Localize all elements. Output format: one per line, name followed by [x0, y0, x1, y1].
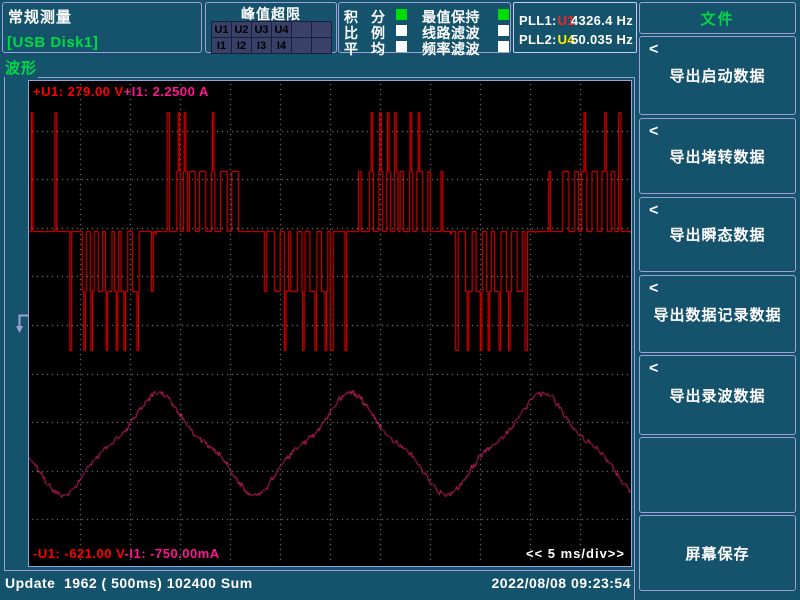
status-sample-info: 1962 ( 500ms) 102400 Sum — [64, 575, 253, 591]
mode-panel: 常规测量 [USB Disk1] — [2, 2, 202, 53]
file-menu-title[interactable]: 文件 — [639, 2, 796, 34]
pll1-value: 4326.4 Hz — [571, 13, 633, 28]
trigger-position-marker — [16, 313, 30, 334]
empty-softkey — [639, 437, 796, 513]
average-label: 均 — [371, 39, 385, 59]
export-waveform-record-button[interactable]: < 导出录波数据 — [639, 355, 796, 435]
button-label: 导出瞬态数据 — [669, 224, 765, 245]
time-div-label: << 5 ms/div>> — [526, 546, 625, 561]
peak-cell-u3: U3 — [252, 22, 271, 37]
panel-border — [4, 570, 635, 571]
i1-peak-top-label: +I1: 2.2500 A — [124, 84, 209, 99]
i1-peak-bottom-label: -I1: -750.00mA — [125, 546, 220, 561]
back-arrow-icon: < — [649, 360, 659, 378]
toggle-row-integration: 积 分 最值保持 — [339, 7, 510, 22]
peak-cell-i4: I4 — [272, 38, 291, 53]
panel-border — [38, 77, 635, 78]
u1-peak-bottom-label: -U1: -621.00 V — [33, 546, 125, 561]
peak-top-labels: +U1: 279.00 V+I1: 2.2500 A — [33, 84, 209, 99]
power-analyzer-screen: 常规测量 [USB Disk1] 峰值超限 U1 U2 U3 U4 I1 I2 … — [0, 0, 800, 600]
pll1-row: PLL1:U1 4326.4 Hz — [519, 13, 633, 30]
frequency-filter-label: 频率滤波 — [422, 39, 480, 59]
export-startup-data-button[interactable]: < 导出启动数据 — [639, 36, 796, 115]
back-arrow-icon: < — [649, 202, 659, 220]
peak-cell-empty — [312, 38, 331, 53]
peak-cell-u4: U4 — [272, 22, 291, 37]
waveform-canvas — [29, 81, 631, 566]
pll1-label: PLL1: — [519, 13, 557, 28]
average-indicator — [396, 41, 407, 52]
back-arrow-icon: < — [649, 41, 659, 59]
average-label: 平 — [344, 39, 358, 59]
peak-cell-empty — [292, 38, 311, 53]
line-filter-indicator — [498, 25, 509, 36]
peak-cell-u1: U1 — [212, 22, 231, 37]
toggle-row-ratio: 比 例 线路滤波 — [339, 23, 510, 38]
peak-over-limit-grid: U1 U2 U3 U4 I1 I2 I3 I4 — [211, 21, 332, 54]
ratio-indicator — [396, 25, 407, 36]
button-label: 导出录波数据 — [669, 385, 765, 406]
export-data-record-button[interactable]: < 导出数据记录数据 — [639, 275, 796, 353]
button-label: 导出堵转数据 — [669, 146, 765, 167]
peak-cell-empty — [312, 22, 331, 37]
peak-bottom-labels: -U1: -621.00 V-I1: -750.00mA — [33, 546, 220, 561]
integration-indicator — [396, 9, 407, 20]
peak-over-limit-panel: 峰值超限 U1 U2 U3 U4 I1 I2 I3 I4 — [205, 2, 337, 53]
waveform-scope: +U1: 279.00 V+I1: 2.2500 A -U1: -621.00 … — [28, 80, 632, 567]
u1-peak-top-label: +U1: 279.00 V — [33, 84, 124, 99]
screen-save-button[interactable]: 屏幕保存 — [639, 515, 796, 591]
back-arrow-icon: < — [649, 280, 659, 298]
export-stall-data-button[interactable]: < 导出堵转数据 — [639, 118, 796, 194]
button-label: 导出启动数据 — [669, 65, 765, 86]
button-label: 导出数据记录数据 — [653, 304, 781, 325]
peak-cell-i1: I1 — [212, 38, 231, 53]
status-update-label: Update — [5, 575, 55, 591]
export-transient-data-button[interactable]: < 导出瞬态数据 — [639, 197, 796, 272]
peak-cell-i2: I2 — [232, 38, 251, 53]
usb-disk-status: [USB Disk1] — [7, 34, 98, 51]
pll2-value: 50.035 Hz — [571, 32, 633, 47]
peak-cell-empty — [292, 22, 311, 37]
button-label: 屏幕保存 — [685, 543, 749, 564]
pll2-label: PLL2: — [519, 32, 557, 47]
pll-panel: PLL1:U1 4326.4 Hz PLL2:U4 50.035 Hz — [513, 2, 637, 53]
measurement-mode-title: 常规测量 — [8, 6, 72, 27]
max-hold-indicator — [498, 9, 509, 20]
waveform-panel-label: 波形 — [5, 57, 37, 78]
toggle-row-average: 平 均 频率滤波 — [339, 39, 510, 54]
pll2-row: PLL2:U4 50.035 Hz — [519, 32, 633, 49]
panel-border — [634, 77, 635, 600]
status-datetime: 2022/08/08 09:23:54 — [400, 575, 631, 591]
frequency-filter-indicator — [498, 41, 509, 52]
back-arrow-icon: < — [649, 123, 659, 141]
peak-cell-u2: U2 — [232, 22, 251, 37]
panel-border — [4, 77, 5, 570]
peak-cell-i3: I3 — [252, 38, 271, 53]
measurement-options-panel: 积 分 最值保持 比 例 线路滤波 平 均 频率滤波 — [338, 2, 511, 53]
